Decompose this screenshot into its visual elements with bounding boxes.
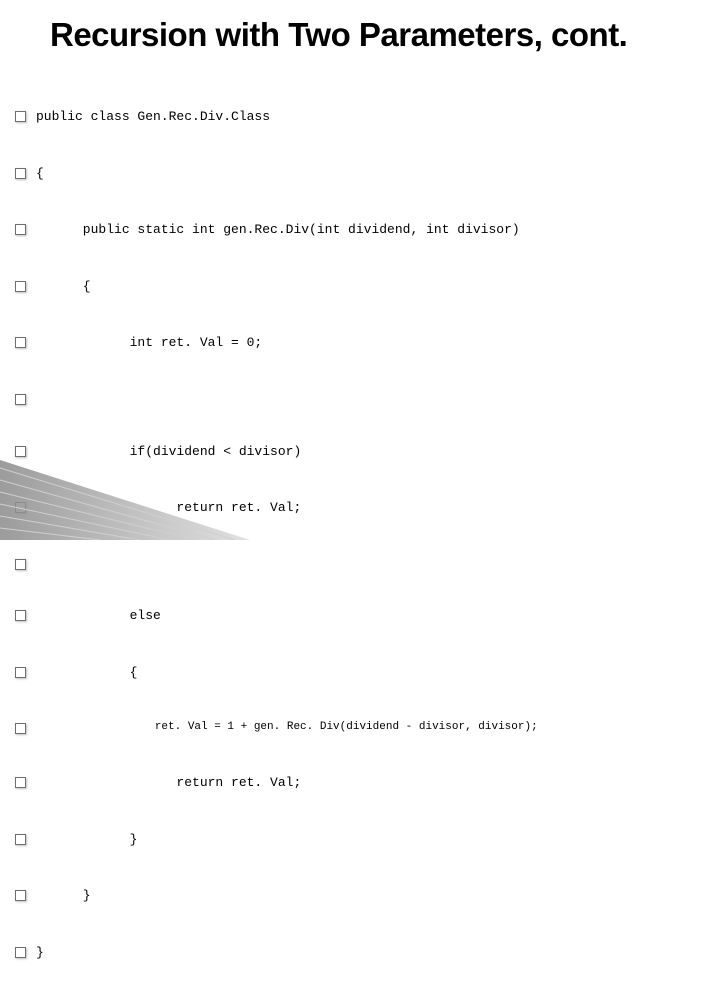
code-line: } xyxy=(15,887,670,906)
code-line xyxy=(15,391,670,405)
code-text: } xyxy=(36,944,44,963)
code-line: return ret. Val; xyxy=(15,774,670,793)
code-text: ret. Val = 1 + gen. Rec. Div(dividend - … xyxy=(36,720,538,736)
code-text: return ret. Val; xyxy=(36,499,301,518)
code-line: ret. Val = 1 + gen. Rec. Div(dividend - … xyxy=(15,720,670,736)
code-text: public class Gen.Rec.Div.Class xyxy=(36,108,270,127)
code-line: return ret. Val; xyxy=(15,499,670,518)
bullet-icon xyxy=(15,168,26,179)
bullet-icon xyxy=(15,610,26,621)
code-line: { xyxy=(15,278,670,297)
bullet-icon xyxy=(15,111,26,122)
bullet-icon xyxy=(15,224,26,235)
bullet-icon xyxy=(15,947,26,958)
code-text: if(dividend < divisor) xyxy=(36,443,301,462)
bullet-icon xyxy=(15,890,26,901)
bullet-icon xyxy=(15,446,26,457)
code-text: else xyxy=(36,607,161,626)
code-line: if(dividend < divisor) xyxy=(15,443,670,462)
bullet-icon xyxy=(15,723,26,734)
code-text: int ret. Val = 0; xyxy=(36,334,262,353)
code-line: public static int gen.Rec.Div(int divide… xyxy=(15,221,670,240)
code-line xyxy=(15,556,670,570)
code-line: else xyxy=(15,607,670,626)
code-line: } xyxy=(15,944,670,963)
bullet-icon xyxy=(15,559,26,570)
code-line: { xyxy=(15,664,670,683)
code-line: } xyxy=(15,831,670,850)
code-text: { xyxy=(36,278,91,297)
code-text: { xyxy=(36,664,137,683)
bullet-icon xyxy=(15,502,26,513)
bullet-icon xyxy=(15,777,26,788)
code-text: { xyxy=(36,165,44,184)
code-text: return ret. Val; xyxy=(36,774,301,793)
bullet-icon xyxy=(15,667,26,678)
code-line: public class Gen.Rec.Div.Class xyxy=(15,108,670,127)
bullet-icon xyxy=(15,337,26,348)
code-text: public static int gen.Rec.Div(int divide… xyxy=(36,221,520,240)
code-text: } xyxy=(36,831,137,850)
code-line: int ret. Val = 0; xyxy=(15,334,670,353)
bullet-icon xyxy=(15,281,26,292)
code-line: { xyxy=(15,165,670,184)
code-block: public class Gen.Rec.Div.Class { public … xyxy=(15,71,670,1000)
page-title: Recursion with Two Parameters, cont. xyxy=(50,18,670,53)
bullet-icon xyxy=(15,834,26,845)
slide: Recursion with Two Parameters, cont. pub… xyxy=(0,0,720,1000)
code-text: } xyxy=(36,887,91,906)
bullet-icon xyxy=(15,394,26,405)
